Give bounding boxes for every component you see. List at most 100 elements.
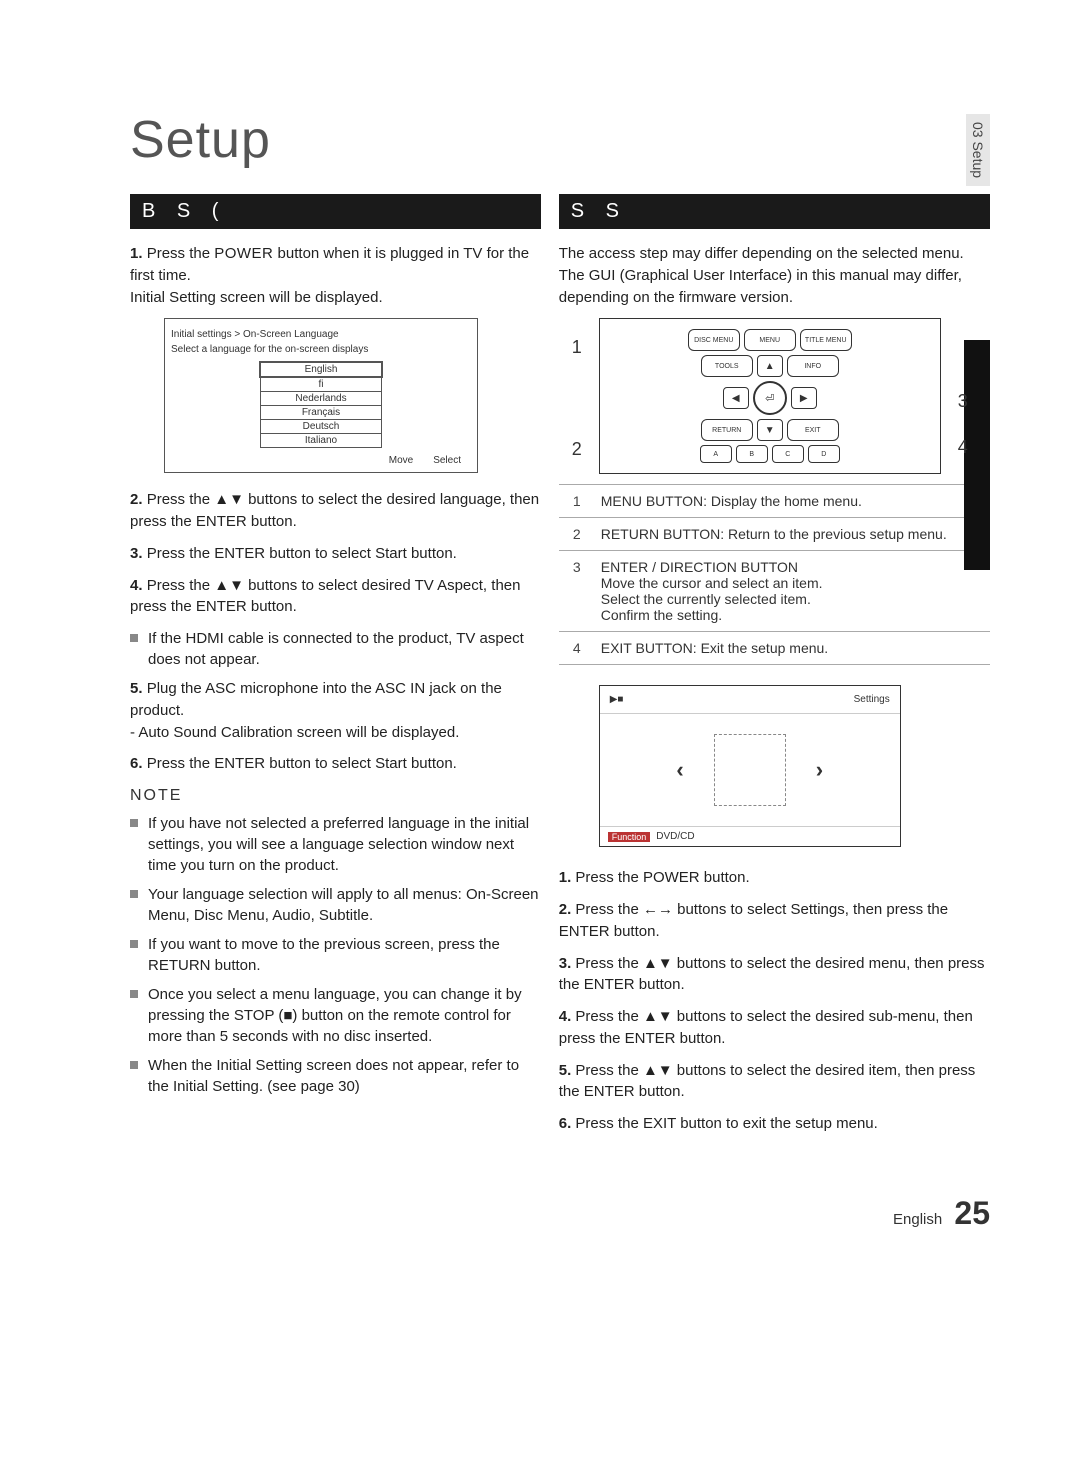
setup-step-2: 2. Press the ←→ buttons to select Settin… [559, 899, 990, 943]
color-c-button: C [772, 445, 804, 463]
text: Press the ▲▼ buttons to select the desir… [559, 1062, 976, 1101]
note-item: When the Initial Setting screen does not… [130, 1055, 541, 1097]
text: Plug the ASC microphone into the ASC IN … [130, 680, 502, 719]
chevron-left-icon: ‹ [676, 757, 683, 783]
text: Press the ▲▼ buttons to select the desir… [559, 955, 985, 994]
lang-option: English [259, 361, 383, 378]
up-arrow-icon: ▲ [757, 355, 783, 377]
section-heading-before-setting: B S ( [130, 194, 541, 229]
text: Conﬁrm the setting. [601, 607, 722, 623]
text: - Auto Sound Calibration screen will be … [130, 724, 459, 741]
settings-label: Settings [854, 694, 890, 705]
right-arrow-icon: ▶ [791, 387, 817, 409]
playback-icons: ▶■ [610, 694, 624, 705]
chevron-right-icon: › [816, 757, 823, 783]
text: Press the [147, 245, 215, 262]
info-button: INFO [787, 355, 839, 377]
text: Press the ENTER button to select Start b… [147, 755, 457, 772]
table-row: 1 MENU BUTTON: Display the home menu. [559, 485, 990, 518]
text: Select the currently selected item. [601, 591, 811, 607]
step-2: 2. Press the ▲▼ buttons to select the de… [130, 489, 541, 533]
tools-button: TOOLS [701, 355, 753, 377]
page-footer: English 25 [130, 1195, 990, 1232]
remote-control-diagram: 1 2 3 4 DISC MENU MENU TITLE MENU TOOLS … [599, 318, 941, 474]
title-menu-button: TITLE MENU [800, 329, 852, 351]
step-4: 4. Press the ▲▼ buttons to select desire… [130, 575, 541, 619]
thumb-index-marker [964, 340, 990, 570]
page-title: Setup [130, 110, 990, 170]
legend-num: 3 [559, 551, 595, 632]
step-3: 3. Press the ENTER button to select Star… [130, 543, 541, 565]
text: Press the ←→ buttons to select Settings,… [559, 901, 948, 940]
lang-option: Italiano [260, 433, 382, 448]
instruction-text: Select a language for the on-screen disp… [171, 344, 471, 355]
note-item: Once you select a menu language, you can… [130, 984, 541, 1047]
legend-text: RETURN BUTTON: Return to the previous se… [595, 518, 990, 551]
breadcrumb: Initial settings > On-Screen Language [171, 329, 471, 340]
lang-option: ﬁ [260, 377, 382, 392]
callout-3: 3 [958, 391, 968, 412]
legend-text: MENU BUTTON: Display the home menu. [595, 485, 990, 518]
note-item: If you want to move to the previous scre… [130, 934, 541, 976]
return-button: RETURN [701, 419, 753, 441]
text: Press the ▲▼ buttons to select the desir… [130, 491, 539, 530]
setup-step-4: 4. Press the ▲▼ buttons to select the de… [559, 1006, 990, 1050]
text: ENTER / DIRECTION BUTTON [601, 559, 798, 575]
settings-screen-diagram: ▶■ Settings ‹ › Function DVD/CD [599, 685, 901, 847]
setup-step-3: 3. Press the ▲▼ buttons to select the de… [559, 953, 990, 997]
lang-option: Français [260, 405, 382, 420]
text: Press the ▲▼ buttons to select the desir… [559, 1008, 973, 1047]
move-label: Move [389, 455, 413, 466]
step-5: 5. Plug the ASC microphone into the ASC … [130, 678, 541, 743]
note-heading: NOTE [130, 787, 541, 805]
setup-step-6: 6. Press the EXIT button to exit the set… [559, 1113, 990, 1135]
menu-button: MENU [744, 329, 796, 351]
text: Press the POWER button. [575, 869, 749, 886]
select-label: Select [433, 455, 461, 466]
legend-text: EXIT BUTTON: Exit the setup menu. [595, 632, 990, 665]
legend-num: 2 [559, 518, 595, 551]
remote-legend-table: 1 MENU BUTTON: Display the home menu. 2 … [559, 484, 990, 665]
initial-settings-diagram: Initial settings > On-Screen Language Se… [164, 318, 478, 473]
power-label: POWER [214, 245, 273, 262]
intro-paragraph: The access step may differ depending on … [559, 243, 990, 308]
text: Press the EXIT button to exit the setup … [575, 1115, 877, 1132]
source-label: DVD/CD [656, 831, 694, 842]
legend-num: 1 [559, 485, 595, 518]
color-b-button: B [736, 445, 768, 463]
color-d-button: D [808, 445, 840, 463]
legend-text: ENTER / DIRECTION BUTTON Move the cursor… [595, 551, 990, 632]
legend-num: 4 [559, 632, 595, 665]
function-tag: Function [608, 832, 651, 842]
setup-step-5: 5. Press the ▲▼ buttons to select the de… [559, 1060, 990, 1104]
callout-4: 4 [958, 437, 968, 458]
color-a-button: A [700, 445, 732, 463]
text: Press the ENTER button to select Start b… [147, 545, 457, 562]
lang-option: Nederlands [260, 391, 382, 406]
note-item: Your language selection will apply to al… [130, 884, 541, 926]
step-6: 6. Press the ENTER button to select Star… [130, 753, 541, 775]
lang-option: Deutsch [260, 419, 382, 434]
section-tab: 03 Setup [966, 114, 990, 186]
footer-language: English [893, 1211, 942, 1228]
page-number: 25 [954, 1195, 990, 1231]
text: Press the ▲▼ buttons to select desired T… [130, 577, 520, 616]
setup-step-1: 1. Press the POWER button. [559, 867, 990, 889]
step-4-note: If the HDMI cable is connected to the pr… [130, 628, 541, 670]
callout-1: 1 [572, 337, 582, 358]
callout-2: 2 [572, 439, 582, 460]
exit-button: EXIT [787, 419, 839, 441]
table-row: 2 RETURN BUTTON: Return to the previous … [559, 518, 990, 551]
text: Move the cursor and select an item. [601, 575, 823, 591]
step-1: 1. Press the POWER button when it is plu… [130, 243, 541, 308]
note-item: If you have not selected a preferred lan… [130, 813, 541, 876]
text: Initial Setting screen will be displayed… [130, 289, 383, 306]
section-heading-setup-steps: S S [559, 194, 990, 229]
left-arrow-icon: ◀ [723, 387, 749, 409]
table-row: 4 EXIT BUTTON: Exit the setup menu. [559, 632, 990, 665]
table-row: 3 ENTER / DIRECTION BUTTON Move the curs… [559, 551, 990, 632]
disc-menu-button: DISC MENU [688, 329, 740, 351]
down-arrow-icon: ▼ [757, 419, 783, 441]
gear-icon [714, 734, 786, 806]
enter-button-icon: ⏎ [753, 381, 787, 415]
